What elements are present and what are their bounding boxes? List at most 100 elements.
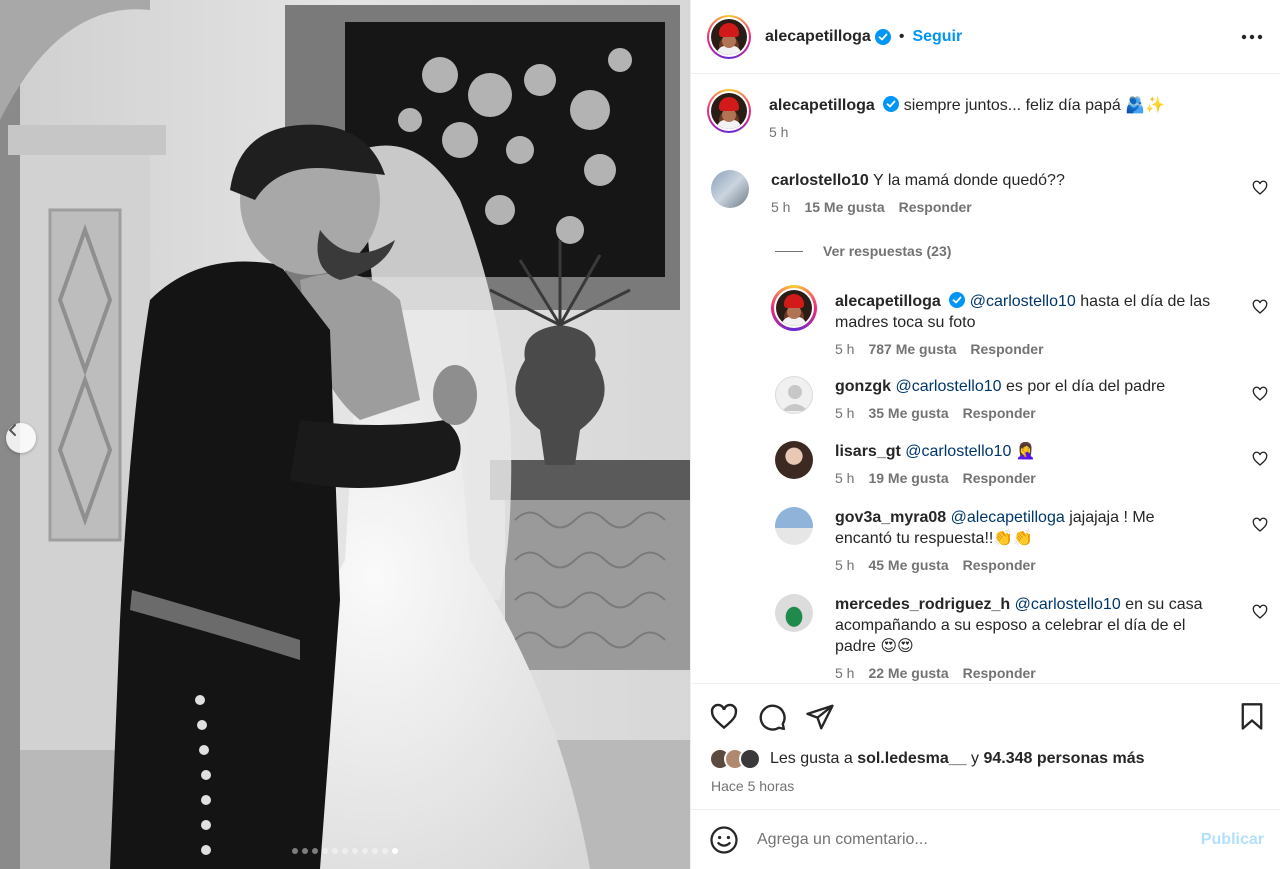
post-caption: alecapetilloga siempre juntos... feliz d…	[707, 89, 1165, 140]
post-header: alecapetilloga • Seguir	[691, 0, 1280, 74]
reply-button[interactable]: Responder	[970, 341, 1043, 357]
comments-list[interactable]: alecapetilloga siempre juntos... feliz d…	[691, 75, 1280, 682]
reply-button[interactable]: Responder	[963, 470, 1036, 486]
comment-like-heart-icon[interactable]	[1252, 386, 1268, 402]
carousel-dot	[322, 848, 328, 854]
reply-text: 🤦‍♀️	[1015, 443, 1036, 460]
reply-mention[interactable]: @alecapetilloga	[951, 509, 1065, 526]
reply-text-continued: padre 😍😍	[835, 638, 914, 655]
reply-likes[interactable]: 45 Me gusta	[868, 557, 948, 573]
reply-avatar[interactable]	[771, 285, 817, 331]
commenter-avatar[interactable]	[711, 170, 749, 208]
caption-time: 5 h	[769, 124, 789, 140]
caption-avatar[interactable]	[707, 89, 751, 133]
reply-likes[interactable]: 35 Me gusta	[868, 405, 948, 421]
carousel-dot	[392, 848, 398, 854]
reply-item: alecapetilloga @carlostello10 hasta el d…	[771, 285, 1210, 357]
comment-text: Y la mamá donde quedó??	[872, 172, 1065, 189]
likes-others[interactable]: 94.348 personas más	[984, 750, 1145, 767]
carousel-dot	[332, 848, 338, 854]
publish-button[interactable]: Publicar	[1201, 831, 1264, 849]
header-separator: •	[898, 27, 905, 45]
reply-item: gov3a_myra08 @alecapetilloga jajajaja ! …	[775, 507, 1155, 573]
reply-text-continued: acompañando a su esposo a celebrar el dí…	[835, 617, 1186, 634]
post-photo[interactable]	[0, 0, 690, 869]
reply-mention[interactable]: @carlostello10	[905, 443, 1011, 460]
comment-item: carlostello10 Y la mamá donde quedó?? 5 …	[711, 170, 1065, 215]
caption-username[interactable]: alecapetilloga	[769, 97, 875, 114]
reply-item: gonzgk @carlostello10 es por el día del …	[775, 376, 1165, 421]
comment-bubble-icon[interactable]	[757, 702, 787, 732]
reply-button[interactable]: Responder	[963, 405, 1036, 421]
reply-likes[interactable]: 19 Me gusta	[868, 470, 948, 486]
reply-item: mercedes_rodriguez_h @carlostello10 en s…	[775, 594, 1203, 681]
reply-text: es por el día del padre	[1005, 378, 1166, 395]
reply-mention[interactable]: @carlostello10	[970, 293, 1076, 310]
reply-item: lisars_gt @carlostello10 🤦‍♀️ 5 h 19 Me …	[775, 441, 1036, 486]
author-username[interactable]: alecapetilloga	[765, 28, 871, 46]
carousel-dot	[312, 848, 318, 854]
comment-like-heart-icon[interactable]	[1252, 517, 1268, 533]
reply-button[interactable]: Responder	[963, 665, 1036, 681]
liker-avatar	[739, 748, 761, 770]
reply-username[interactable]: lisars_gt	[835, 443, 901, 460]
author-avatar[interactable]	[707, 14, 751, 59]
reply-avatar[interactable]	[775, 376, 813, 414]
reply-time: 5 h	[835, 341, 855, 357]
reply-text: hasta el día de las	[1080, 293, 1211, 310]
save-bookmark-icon[interactable]	[1238, 702, 1266, 732]
reply-likes[interactable]: 787 Me gusta	[868, 341, 956, 357]
reply-avatar[interactable]	[775, 594, 813, 632]
verified-badge-icon	[949, 292, 966, 308]
verified-badge-icon	[883, 96, 900, 112]
caption-text: siempre juntos... feliz día papá 🫂✨	[903, 97, 1166, 114]
reply-text: en su casa	[1125, 596, 1203, 613]
reply-time: 5 h	[835, 405, 855, 421]
reply-username[interactable]: alecapetilloga	[835, 293, 941, 310]
reply-mention[interactable]: @carlostello10	[1015, 596, 1121, 613]
post-time: Hace 5 horas	[711, 778, 795, 794]
carousel-dot	[372, 848, 378, 854]
reply-text-continued: encantó tu respuesta!!👏👏	[835, 530, 1034, 547]
carousel-dot	[302, 848, 308, 854]
carousel-dot	[292, 848, 298, 854]
likes-prefix: Les gusta a	[770, 750, 853, 767]
reply-button[interactable]: Responder	[963, 557, 1036, 573]
reply-mention[interactable]: @carlostello10	[895, 378, 1001, 395]
reply-text: jajajaja ! Me	[1069, 509, 1155, 526]
reply-username[interactable]: gov3a_myra08	[835, 509, 946, 526]
carousel-dot	[362, 848, 368, 854]
likes-user[interactable]: sol.ledesma__	[857, 750, 966, 767]
reply-time: 5 h	[835, 665, 855, 681]
default-avatar-icon	[782, 385, 808, 411]
more-options-button[interactable]	[1240, 25, 1264, 49]
reply-likes[interactable]: 22 Me gusta	[868, 665, 948, 681]
post-actions: Les gusta a sol.ledesma__ y 94.348 perso…	[691, 683, 1280, 809]
more-dots-icon	[1241, 34, 1263, 39]
comment-like-heart-icon[interactable]	[1252, 451, 1268, 467]
view-replies-button[interactable]: Ver respuestas (23)	[775, 243, 951, 259]
reply-button[interactable]: Responder	[899, 199, 972, 215]
comment-input[interactable]	[757, 830, 1177, 849]
share-paper-plane-icon[interactable]	[805, 702, 835, 732]
follow-button[interactable]: Seguir	[912, 28, 962, 46]
likes-summary[interactable]: Les gusta a sol.ledesma__ y 94.348 perso…	[709, 748, 1145, 770]
comment-like-heart-icon[interactable]	[1252, 604, 1268, 620]
comment-username[interactable]: carlostello10	[771, 172, 869, 189]
carousel-dot	[342, 848, 348, 854]
reply-username[interactable]: gonzgk	[835, 378, 891, 395]
comment-likes[interactable]: 15 Me gusta	[804, 199, 884, 215]
carousel-dots	[0, 848, 690, 854]
reply-avatar[interactable]	[775, 441, 813, 479]
carousel-dot	[382, 848, 388, 854]
like-heart-icon[interactable]	[709, 702, 739, 732]
emoji-icon[interactable]	[709, 825, 739, 855]
comment-like-heart-icon[interactable]	[1252, 299, 1268, 315]
carousel-prev-button[interactable]	[6, 423, 36, 453]
verified-badge-icon	[874, 28, 891, 45]
reply-avatar[interactable]	[775, 507, 813, 545]
reply-username[interactable]: mercedes_rodriguez_h	[835, 596, 1010, 613]
comment-like-heart-icon[interactable]	[1252, 180, 1268, 196]
view-replies-label: Ver respuestas (23)	[823, 243, 952, 259]
reply-text-continued: madres toca su foto	[835, 314, 976, 331]
